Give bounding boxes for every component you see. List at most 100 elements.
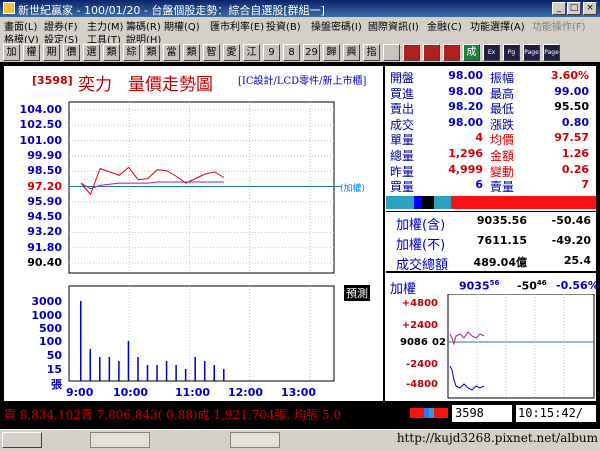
toolbar-button[interactable] xyxy=(443,44,460,61)
toolbar-button[interactable]: 愛 xyxy=(223,44,240,61)
quote-row: 買量 6 賣量 7 xyxy=(388,178,593,194)
mini-axis-label: 9086 xyxy=(400,337,428,348)
price-axis-label: 91.80 xyxy=(27,240,62,254)
toolbar-button[interactable] xyxy=(383,44,400,61)
toolbar-button[interactable]: 類 xyxy=(103,44,120,61)
mini-axis-label: +4800 xyxy=(402,298,438,309)
toolbar-button[interactable]: 指 xyxy=(363,44,380,61)
maximize-button[interactable]: □ xyxy=(567,2,581,15)
index-mini-chart[interactable]: +4800 +2400 9086 02 -2400 -4800 xyxy=(386,294,596,401)
menu-item[interactable]: 金融(C) xyxy=(427,18,462,33)
toolbar-button[interactable]: 29 xyxy=(303,44,320,61)
price-axis-label: 102.50 xyxy=(19,118,62,132)
toolbar-button[interactable] xyxy=(423,44,440,61)
toolbar-button[interactable]: 江 xyxy=(243,44,260,61)
toolbar-button[interactable]: 加 xyxy=(3,44,20,61)
toolbar-button[interactable]: 權 xyxy=(23,44,40,61)
toolbar-button[interactable]: 興 xyxy=(343,44,360,61)
toolbar-button[interactable]: 類 xyxy=(183,44,200,61)
quote-value: 4,999 xyxy=(448,162,483,176)
price-axis-label: 99.90 xyxy=(27,148,62,162)
toolbar-button[interactable]: Pg xyxy=(503,44,520,61)
mini-axis-label: -2400 xyxy=(406,359,438,370)
quote-value: 1,296 xyxy=(448,147,483,160)
quote-row: 成交 98.00 漲跌 0.80 xyxy=(388,116,593,132)
price-axis-label: 94.50 xyxy=(27,210,62,224)
price-axis-label: 95.90 xyxy=(27,194,62,208)
quote-label: 振幅 xyxy=(490,71,515,85)
toolbar-button[interactable]: 綜 xyxy=(123,44,140,61)
start-button[interactable] xyxy=(2,432,42,448)
toolbar-button[interactable]: 價 xyxy=(63,44,80,61)
index-label: 加權(不) xyxy=(396,238,446,253)
volume-bar xyxy=(99,357,101,381)
volume-bar xyxy=(118,361,120,381)
volume-axis-label: 張 xyxy=(51,378,62,391)
quote-value: 3.60% xyxy=(550,69,589,82)
toolbar-button[interactable]: 選 xyxy=(83,44,100,61)
volume-axis-label: 3000 xyxy=(31,295,62,308)
trade-summary: 買 8,834,102賣 7,806,843( 0.88)成 1,921,704… xyxy=(4,408,342,422)
quote-row: 開盤 98.00 振幅 3.60% xyxy=(388,69,593,85)
quote-value: 97.57 xyxy=(554,131,589,145)
index-value: 489.04億 xyxy=(473,256,527,269)
toolbar-button[interactable]: 歸 xyxy=(323,44,340,61)
toolbar-button[interactable]: 智 xyxy=(203,44,220,61)
toolbar-button[interactable] xyxy=(403,44,420,61)
toolbar-button[interactable]: 8 xyxy=(283,44,300,61)
price-axis-label: 93.20 xyxy=(27,225,62,239)
toolbar-button[interactable]: 當 xyxy=(163,44,180,61)
minimize-button[interactable]: _ xyxy=(552,2,566,15)
stock-code-input[interactable]: 3598 xyxy=(452,405,512,422)
toolbar-button[interactable]: 期 xyxy=(43,44,60,61)
quote-label: 最低 xyxy=(490,102,515,117)
volume-bar xyxy=(137,357,139,381)
toolbar-button[interactable]: 成 xyxy=(463,44,480,61)
quote-label: 均價 xyxy=(490,133,515,148)
quote-row: 買進 98.00 最高 99.00 xyxy=(388,85,593,101)
time-axis-label: 9:00 xyxy=(66,386,94,399)
menu-item[interactable]: 匯市利率(E) xyxy=(210,18,264,33)
toolbar-button[interactable]: Page xyxy=(523,44,540,61)
predict-button[interactable]: 預測 xyxy=(344,285,370,301)
average-line xyxy=(80,181,225,190)
quote-label: 變動 xyxy=(490,164,515,179)
volume-bar xyxy=(223,369,225,381)
taskbar-item[interactable] xyxy=(230,432,280,448)
volume-axis-label: 100 xyxy=(39,335,62,348)
toolbar-button[interactable]: 9 xyxy=(263,44,280,61)
quote-value: 95.50 xyxy=(554,100,589,114)
menu-item[interactable]: 功能選擇(A) xyxy=(470,18,525,33)
menu-item[interactable]: 國際資訊(I) xyxy=(368,18,419,33)
menu-item[interactable]: 期權(Q) xyxy=(164,18,200,33)
volume-axis-label: 50 xyxy=(46,349,62,362)
status-color-bar xyxy=(410,408,448,418)
index-row: 加權(含) 9035.56 -50.46 xyxy=(390,214,593,233)
quote-row: 賣出 98.20 最低 95.50 xyxy=(388,100,593,116)
volume-bar xyxy=(194,357,196,381)
volume-bar xyxy=(146,365,149,381)
taskbar-item[interactable] xyxy=(90,432,150,448)
index-value: 9035.56 xyxy=(476,214,527,227)
quote-label: 單量 xyxy=(390,133,415,148)
quote-value: 99.00 xyxy=(554,84,589,98)
quote-value: 98.00 xyxy=(448,69,483,82)
mini-axis-label: +2400 xyxy=(402,320,438,331)
mini-index-change: -5046 xyxy=(517,279,547,293)
quote-row: 總量 1,296 金額 1.26 xyxy=(388,147,593,163)
volume-axis-label: 1000 xyxy=(31,309,62,322)
time-axis-label: 10:00 xyxy=(113,386,149,399)
toolbar-button[interactable]: Ex xyxy=(483,44,500,61)
menu-item[interactable]: 操盤密碼(I) xyxy=(311,18,362,33)
volume-bar xyxy=(203,361,206,381)
toolbar-button[interactable]: Page xyxy=(543,44,560,61)
close-button[interactable]: × xyxy=(583,2,597,15)
menu-item[interactable]: 投資(B) xyxy=(266,18,301,33)
price-axis-label: 101.00 xyxy=(19,133,62,147)
quote-value: 98.00 xyxy=(448,115,483,129)
toolbar-button[interactable]: 類 xyxy=(143,44,160,61)
title-bar: 新世紀贏家 - 100/01/20 - 台盤個股走勢：綜合自選股[群組一] _ … xyxy=(0,0,600,17)
menu-item[interactable]: 功能操作(F) xyxy=(532,18,586,33)
chart-panel: [3598] 奕力 量價走勢圖 [IC設計/LCD零件/新上市櫃] (加權) 預… xyxy=(4,66,383,401)
industry-tag: [IC設計/LCD零件/新上市櫃] xyxy=(238,76,367,87)
